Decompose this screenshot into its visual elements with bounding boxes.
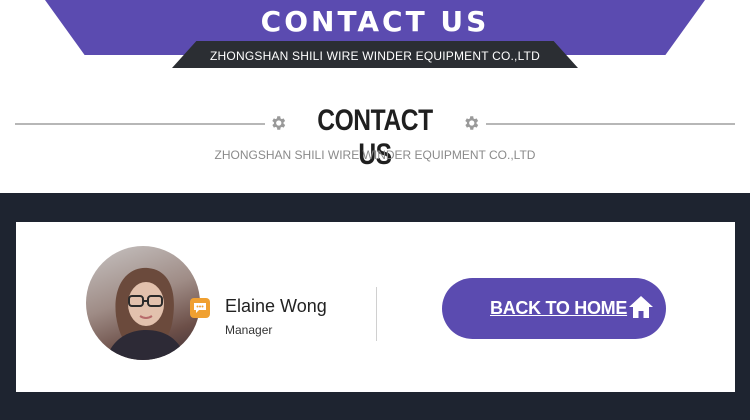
heading-divider-left (15, 123, 265, 125)
gear-icon (272, 116, 286, 130)
contact-name: Elaine Wong (225, 296, 327, 316)
card-divider (376, 287, 377, 341)
back-to-home-label: BACK TO HOME (490, 298, 628, 318)
banner-title: CONTACT US (260, 5, 490, 38)
heading-divider-right (486, 123, 735, 125)
contact-role: Manager (225, 323, 273, 337)
section-subtitle: ZHONGSHAN SHILI WIRE WINDER EQUIPMENT CO… (214, 148, 536, 162)
back-to-home-button[interactable]: BACK TO HOME (442, 278, 666, 339)
chat-bubble-icon[interactable] (190, 298, 210, 318)
gear-icon (465, 116, 479, 130)
home-icon (629, 296, 653, 318)
avatar (86, 246, 200, 360)
banner-subtitle: ZHONGSHAN SHILI WIRE WINDER EQUIPMENT CO… (210, 48, 540, 63)
banner-subtitle-bar: ZHONGSHAN SHILI WIRE WINDER EQUIPMENT CO… (172, 41, 578, 68)
